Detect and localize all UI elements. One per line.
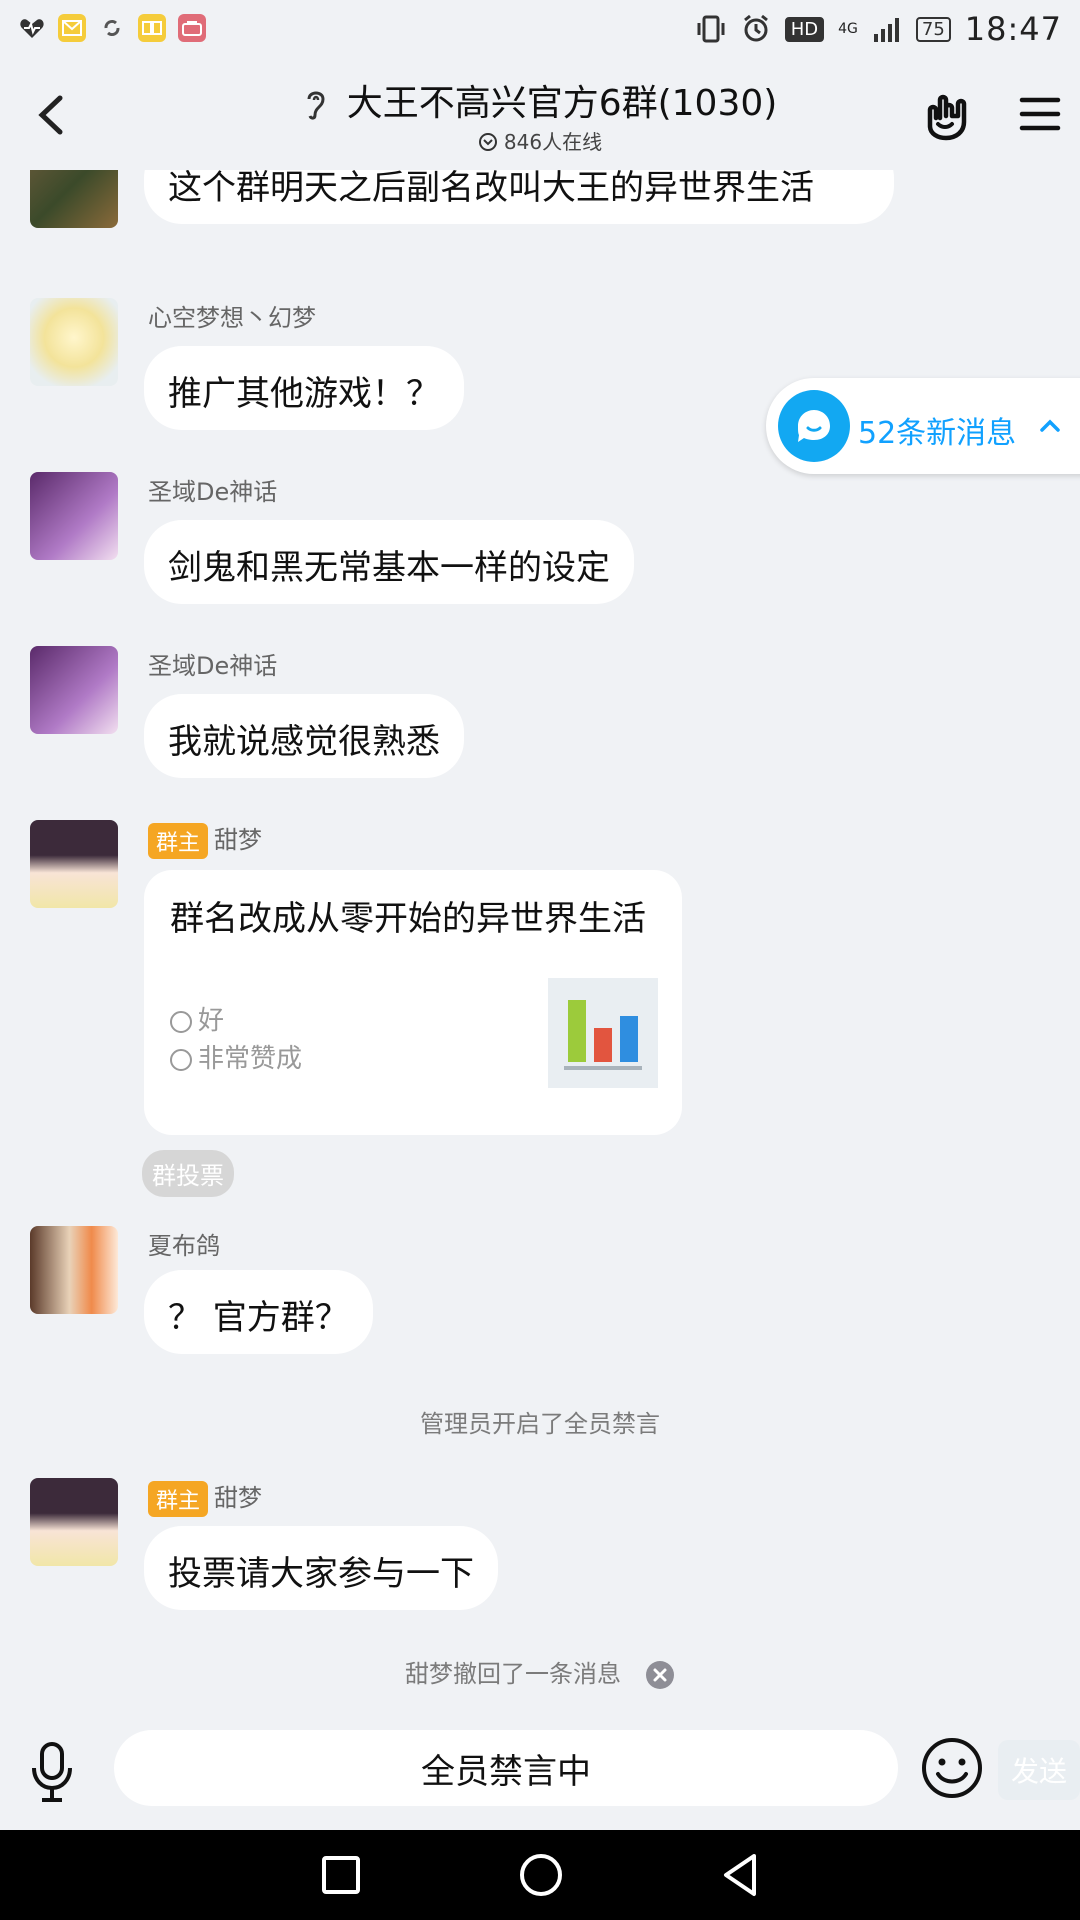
message-text: 投票请大家参与一下: [168, 1554, 474, 1594]
avatar[interactable]: [30, 1226, 118, 1314]
menu-icon[interactable]: [1018, 92, 1062, 136]
clock: 18:47: [964, 10, 1062, 48]
app-icon: [138, 14, 166, 42]
poll-question: 群名改成从零开始的异世界生活: [170, 899, 646, 939]
chevron-down-circle-icon: [478, 133, 497, 151]
sender-name: 圣域De神话: [148, 478, 278, 506]
radio-icon: [170, 1048, 192, 1071]
sender-name-text: 甜梦: [214, 1484, 263, 1512]
status-bar: HD 4G 75 18:47: [0, 0, 1080, 60]
send-button[interactable]: 发送: [998, 1740, 1080, 1800]
recent-apps-icon[interactable]: [314, 1848, 368, 1902]
home-icon[interactable]: [514, 1848, 568, 1902]
earpiece-icon: [307, 91, 325, 120]
message-bubble[interactable]: 推广其他游戏！？: [144, 346, 464, 430]
avatar[interactable]: [30, 646, 118, 734]
battery-indicator: 75: [915, 16, 951, 42]
hand-gesture-icon[interactable]: [920, 90, 972, 142]
online-count-text: 846人在线: [503, 130, 603, 154]
message-text: 剑鬼和黑无常基本一样的设定: [168, 548, 610, 588]
message-bubble[interactable]: 这个群明天之后副名改叫大王的异世界生活: [144, 170, 894, 224]
message-text: ？ 官方群？: [168, 1298, 349, 1338]
message-text: 我就说感觉很熟悉: [168, 722, 440, 762]
new-messages-label: 52条新消息: [858, 416, 1017, 451]
poll-option-label: 非常赞成: [198, 1044, 303, 1074]
message-bubble[interactable]: 投票请大家参与一下: [144, 1526, 498, 1610]
signal-icon: [873, 18, 899, 42]
message-text: 推广其他游戏！？: [168, 374, 440, 414]
sender-name: 圣域De神话: [148, 652, 278, 680]
poll-tag: 群投票: [142, 1150, 234, 1197]
vibrate-icon: [697, 15, 725, 43]
close-icon[interactable]: [645, 1660, 675, 1690]
back-nav-icon[interactable]: [714, 1848, 768, 1902]
group-title: 大王不高兴官方6群(1030): [0, 74, 1080, 126]
poll-card[interactable]: 群名改成从零开始的异世界生活 好 非常赞成: [144, 870, 682, 1135]
input-bar: 全员禁言中 发送: [0, 1730, 1080, 1830]
emoji-icon[interactable]: [920, 1736, 984, 1800]
notification-icons: [18, 14, 206, 42]
avatar[interactable]: [30, 1478, 118, 1566]
message-bubble[interactable]: 我就说感觉很熟悉: [144, 694, 464, 778]
app2-icon: [178, 14, 206, 42]
sender-name: 群主 甜梦: [148, 1478, 262, 1517]
chat-header: 大王不高兴官方6群(1030) 846人在线: [0, 60, 1080, 170]
recall-notice: 甜梦撤回了一条消息: [0, 1654, 1080, 1690]
message-list[interactable]: 这个群明天之后副名改叫大王的异世界生活 心空梦想丶幻梦 推广其他游戏！？ 圣域D…: [0, 170, 1080, 1730]
sync-icon: [98, 14, 126, 42]
system-indicators: HD 4G 75 18:47: [695, 10, 1062, 48]
network-type: 4G: [838, 21, 858, 37]
sender-name: 群主 甜梦: [148, 820, 262, 859]
health-icon: [18, 14, 46, 42]
message-input[interactable]: 全员禁言中: [114, 1730, 898, 1806]
recall-notice-text: 甜梦撤回了一条消息: [405, 1660, 621, 1688]
new-messages-button[interactable]: 52条新消息: [766, 378, 1080, 474]
hd-indicator: HD: [784, 16, 825, 42]
owner-badge: 群主: [148, 1481, 209, 1517]
owner-badge: 群主: [148, 823, 209, 859]
group-title-text: 大王不高兴官方6群(1030): [346, 83, 778, 124]
chevron-up-icon: [1040, 419, 1060, 432]
avatar[interactable]: [30, 820, 118, 908]
poll-option-label: 好: [198, 1006, 225, 1036]
avatar[interactable]: [30, 298, 118, 386]
sender-name-text: 甜梦: [214, 826, 263, 854]
mail-icon: [58, 14, 86, 42]
message-bubble[interactable]: 剑鬼和黑无常基本一样的设定: [144, 520, 634, 604]
poll-option[interactable]: 非常赞成: [170, 1038, 302, 1075]
poll-option[interactable]: 好: [170, 1000, 224, 1037]
bar-chart-icon: [548, 978, 658, 1088]
message-bubble[interactable]: ？ 官方群？: [144, 1270, 373, 1354]
sender-name: 心空梦想丶幻梦: [148, 304, 316, 332]
navigation-bar: [0, 1830, 1080, 1920]
chat-bubble-icon: [778, 390, 850, 462]
radio-icon: [170, 1010, 192, 1033]
avatar[interactable]: [30, 170, 118, 228]
microphone-icon[interactable]: [28, 1740, 76, 1804]
avatar[interactable]: [30, 472, 118, 560]
sender-name: 夏布鸽: [148, 1232, 220, 1260]
online-count[interactable]: 846人在线: [0, 126, 1080, 155]
system-notice: 管理员开启了全员禁言: [420, 1410, 660, 1438]
alarm-icon: [743, 14, 768, 42]
message-text: 这个群明天之后副名改叫大王的异世界生活: [168, 170, 814, 208]
